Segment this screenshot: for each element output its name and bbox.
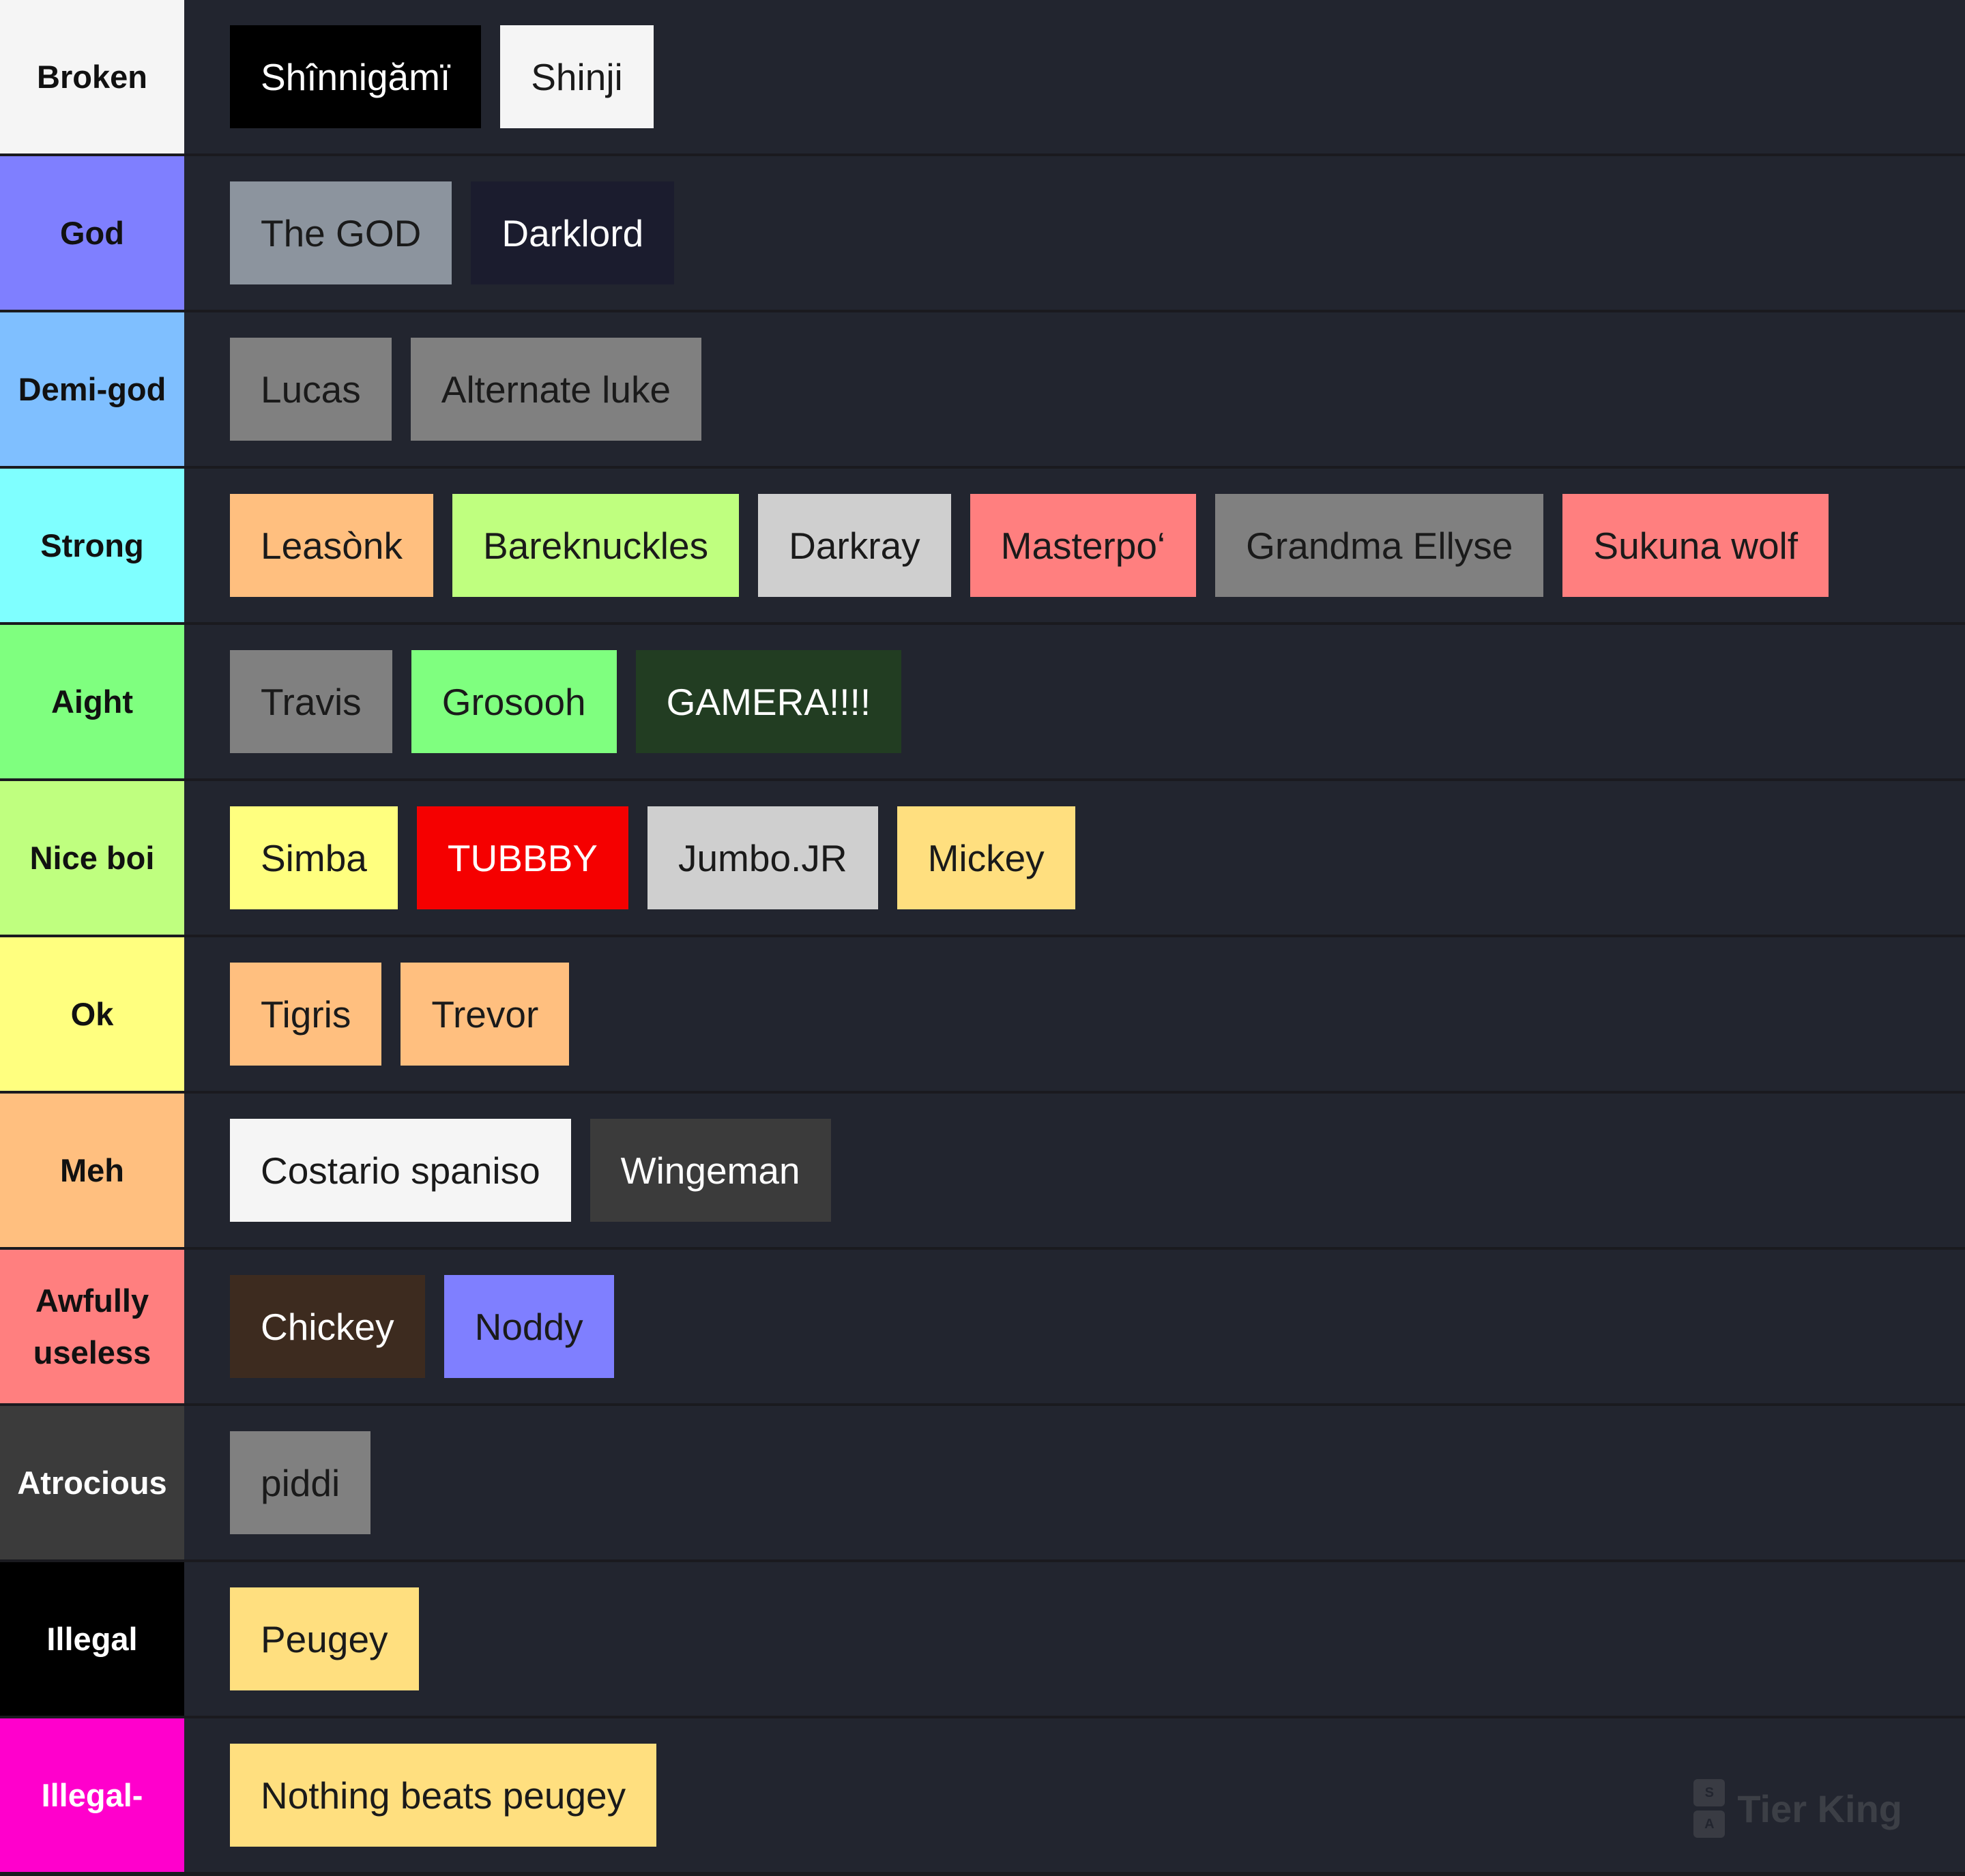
tier-items-dropzone[interactable]: Leasònk Bareknuckles Darkray Masterpo‘ Grand… <box>184 469 1965 622</box>
tier-label[interactable]: Atrocious <box>0 1406 184 1559</box>
tier-row: Illegal Peugey <box>0 1562 1965 1716</box>
tier-item[interactable]: GAMERA!!!! <box>635 650 902 753</box>
tier-item[interactable]: Alternate luke <box>410 338 702 441</box>
logo-letter: S <box>1693 1779 1726 1806</box>
tier-item[interactable]: Lucas <box>230 338 392 441</box>
tier-items-dropzone[interactable]: Nothing beats peugey S A Tier King <box>184 1718 1965 1872</box>
tier-item[interactable]: Darklord <box>471 181 675 284</box>
tier-label[interactable]: Illegal- <box>0 1718 184 1872</box>
tier-items-dropzone[interactable]: piddi <box>184 1406 1965 1559</box>
tier-row: Ok Tigris Trevor <box>0 937 1965 1091</box>
tier-item[interactable]: Trevor <box>401 963 570 1066</box>
tier-items-dropzone[interactable]: Costario spaniso Wingeman <box>184 1094 1965 1247</box>
tier-label[interactable]: Illegal <box>0 1562 184 1716</box>
tier-item[interactable]: Shînnigămï <box>230 25 482 128</box>
tier-item[interactable]: Nothing beats peugey <box>230 1744 657 1847</box>
tier-row: Meh Costario spaniso Wingeman <box>0 1094 1965 1247</box>
tier-item[interactable]: Tigris <box>230 963 382 1066</box>
tier-item[interactable]: Mickey <box>897 806 1075 909</box>
watermark-text: Tier King <box>1737 1787 1902 1830</box>
tier-row: Broken Shînnigămï Shinji <box>0 0 1965 153</box>
tier-item[interactable]: Chickey <box>230 1275 425 1378</box>
tier-item[interactable]: Grosooh <box>411 650 617 753</box>
tier-item[interactable]: Simba <box>230 806 398 909</box>
tier-item[interactable]: Grandma Ellyse <box>1215 494 1544 597</box>
tier-label[interactable]: Meh <box>0 1094 184 1247</box>
tier-item[interactable]: Peugey <box>230 1587 419 1690</box>
tier-items-dropzone[interactable]: The GOD Darklord <box>184 156 1965 310</box>
tier-item[interactable]: Costario spaniso <box>230 1119 571 1222</box>
tier-label[interactable]: Ok <box>0 937 184 1091</box>
tier-label[interactable]: Demi-god <box>0 312 184 466</box>
tier-label[interactable]: Broken <box>0 0 184 153</box>
tier-row: Atrocious piddi <box>0 1406 1965 1559</box>
tier-items-dropzone[interactable]: Tigris Trevor <box>184 937 1965 1091</box>
tier-row: God The GOD Darklord <box>0 156 1965 310</box>
tier-label[interactable]: Aight <box>0 625 184 778</box>
tier-items-dropzone[interactable]: Lucas Alternate luke <box>184 312 1965 466</box>
tier-label[interactable]: Nice boi <box>0 781 184 935</box>
tier-label[interactable]: Awfully useless <box>0 1250 184 1403</box>
tier-row: Awfully useless Chickey Noddy <box>0 1250 1965 1403</box>
tier-item[interactable]: Masterpo‘ <box>970 494 1197 597</box>
tier-item[interactable]: Sukuna wolf <box>1562 494 1829 597</box>
tier-row: Illegal- Nothing beats peugey S A Tier King <box>0 1718 1965 1872</box>
tier-label[interactable]: God <box>0 156 184 310</box>
tier-item[interactable]: Bareknuckles <box>452 494 740 597</box>
tier-item[interactable]: Leasònk <box>230 494 433 597</box>
tier-row: Nice boi Simba TUBBBY Jumbo.JR Mickey <box>0 781 1965 935</box>
tier-items-dropzone[interactable]: Simba TUBBBY Jumbo.JR Mickey <box>184 781 1965 935</box>
tier-item[interactable]: Wingeman <box>590 1119 831 1222</box>
tier-label[interactable]: Strong <box>0 469 184 622</box>
logo-letter: A <box>1693 1811 1726 1838</box>
tier-items-dropzone[interactable]: Travis Grosooh GAMERA!!!! <box>184 625 1965 778</box>
tier-row: Aight Travis Grosooh GAMERA!!!! <box>0 625 1965 778</box>
tier-item[interactable]: Jumbo.JR <box>647 806 878 909</box>
tier-item[interactable]: piddi <box>230 1431 371 1534</box>
tier-item[interactable]: Noddy <box>443 1275 614 1378</box>
tier-items-dropzone[interactable]: Peugey <box>184 1562 1965 1716</box>
watermark: S A Tier King <box>1693 1779 1902 1838</box>
tier-list: Broken Shînnigămï Shinji God The GOD Darklord… <box>0 0 1965 1876</box>
tier-items-dropzone[interactable]: Chickey Noddy <box>184 1250 1965 1403</box>
tier-item[interactable]: Darkray <box>758 494 951 597</box>
tier-item[interactable]: Shinji <box>500 25 654 128</box>
tier-item[interactable]: The GOD <box>230 181 452 284</box>
tier-row: Demi-god Lucas Alternate luke <box>0 312 1965 466</box>
tier-row: Strong Leasònk Bareknuckles Darkray Masterpo… <box>0 469 1965 622</box>
tier-items-dropzone[interactable]: Shînnigămï Shinji <box>184 0 1965 153</box>
tier-item[interactable]: TUBBBY <box>416 806 628 909</box>
tier-king-logo-icon: SA <box>1693 1779 1726 1838</box>
tier-item[interactable]: Travis <box>230 650 392 753</box>
